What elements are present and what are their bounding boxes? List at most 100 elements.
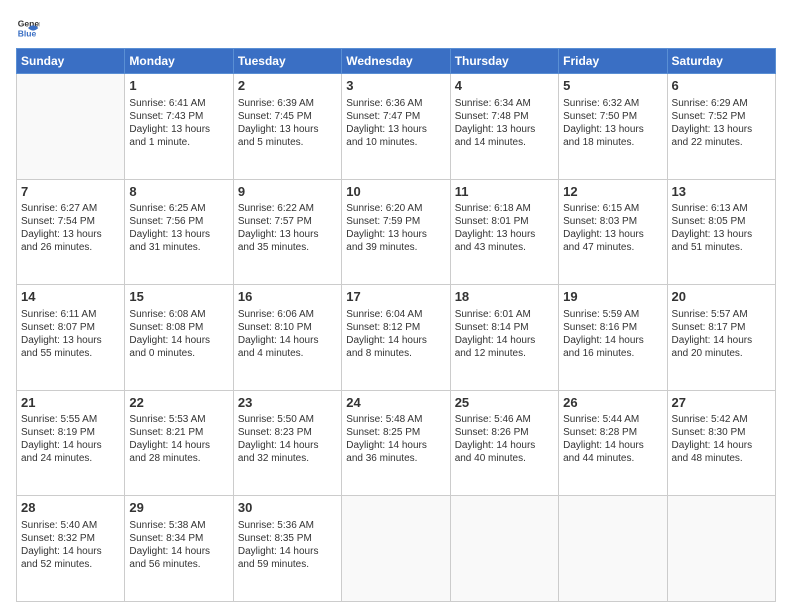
calendar-cell: 27Sunrise: 5:42 AM Sunset: 8:30 PM Dayli… [667, 390, 775, 496]
calendar-cell: 25Sunrise: 5:46 AM Sunset: 8:26 PM Dayli… [450, 390, 558, 496]
calendar-week-row: 7Sunrise: 6:27 AM Sunset: 7:54 PM Daylig… [17, 179, 776, 285]
calendar-cell: 8Sunrise: 6:25 AM Sunset: 7:56 PM Daylig… [125, 179, 233, 285]
day-number: 11 [455, 183, 554, 201]
calendar-cell [342, 496, 450, 602]
day-number: 4 [455, 77, 554, 95]
calendar-cell [450, 496, 558, 602]
day-number: 8 [129, 183, 228, 201]
calendar-cell: 24Sunrise: 5:48 AM Sunset: 8:25 PM Dayli… [342, 390, 450, 496]
day-of-week-header: Thursday [450, 49, 558, 74]
calendar-cell: 1 Sunrise: 6:41 AM Sunset: 7:43 PM Daylig… [125, 74, 233, 180]
calendar-cell: 10Sunrise: 6:20 AM Sunset: 7:59 PM Dayli… [342, 179, 450, 285]
day-of-week-header: Saturday [667, 49, 775, 74]
calendar-week-row: 1 Sunrise: 6:41 AM Sunset: 7:43 PM Daylig… [17, 74, 776, 180]
day-info: Sunrise: 6:34 AM Sunset: 7:48 PM Dayligh… [455, 97, 554, 149]
calendar-cell: 5 Sunrise: 6:32 AM Sunset: 7:50 PM Daylig… [559, 74, 667, 180]
day-info: Sunrise: 5:40 AM Sunset: 8:32 PM Dayligh… [21, 519, 120, 571]
calendar-header-row: SundayMondayTuesdayWednesdayThursdayFrid… [17, 49, 776, 74]
calendar-cell: 13Sunrise: 6:13 AM Sunset: 8:05 PM Dayli… [667, 179, 775, 285]
calendar-cell: 29 Sunrise: 5:38 AM Sunset: 8:34 PM Dayli… [125, 496, 233, 602]
calendar-cell: 7Sunrise: 6:27 AM Sunset: 7:54 PM Daylig… [17, 179, 125, 285]
day-of-week-header: Wednesday [342, 49, 450, 74]
day-number: 15 [129, 288, 228, 306]
day-info: Sunrise: 6:06 AM Sunset: 8:10 PM Dayligh… [238, 308, 337, 360]
calendar-cell: 28 Sunrise: 5:40 AM Sunset: 8:32 PM Dayli… [17, 496, 125, 602]
day-info: Sunrise: 5:44 AM Sunset: 8:28 PM Dayligh… [563, 413, 662, 465]
calendar-cell: 14 Sunrise: 6:11 AM Sunset: 8:07 PM Dayli… [17, 285, 125, 391]
page-header: General Blue [16, 16, 776, 40]
day-number: 22 [129, 394, 228, 412]
calendar-cell: 18 Sunrise: 6:01 AM Sunset: 8:14 PM Dayli… [450, 285, 558, 391]
day-info: Sunrise: 5:59 AM Sunset: 8:16 PM Dayligh… [563, 308, 662, 360]
day-number: 26 [563, 394, 662, 412]
calendar-cell: 30Sunrise: 5:36 AM Sunset: 8:35 PM Dayli… [233, 496, 341, 602]
day-info: Sunrise: 6:20 AM Sunset: 7:59 PM Dayligh… [346, 202, 445, 254]
calendar-cell: 23Sunrise: 5:50 AM Sunset: 8:23 PM Dayli… [233, 390, 341, 496]
day-number: 24 [346, 394, 445, 412]
calendar-body: 1 Sunrise: 6:41 AM Sunset: 7:43 PM Daylig… [17, 74, 776, 602]
day-number: 21 [21, 394, 120, 412]
day-number: 5 [563, 77, 662, 95]
day-number: 10 [346, 183, 445, 201]
calendar-cell: 9Sunrise: 6:22 AM Sunset: 7:57 PM Daylig… [233, 179, 341, 285]
day-number: 14 [21, 288, 120, 306]
calendar-cell: 22Sunrise: 5:53 AM Sunset: 8:21 PM Dayli… [125, 390, 233, 496]
day-number: 18 [455, 288, 554, 306]
day-info: Sunrise: 6:08 AM Sunset: 8:08 PM Dayligh… [129, 308, 228, 360]
day-number: 16 [238, 288, 337, 306]
day-number: 9 [238, 183, 337, 201]
day-of-week-header: Sunday [17, 49, 125, 74]
day-info: Sunrise: 6:41 AM Sunset: 7:43 PM Dayligh… [129, 97, 228, 149]
day-of-week-header: Friday [559, 49, 667, 74]
calendar-cell: 6 Sunrise: 6:29 AM Sunset: 7:52 PM Daylig… [667, 74, 775, 180]
calendar-cell: 12Sunrise: 6:15 AM Sunset: 8:03 PM Dayli… [559, 179, 667, 285]
day-info: Sunrise: 6:15 AM Sunset: 8:03 PM Dayligh… [563, 202, 662, 254]
day-info: Sunrise: 6:01 AM Sunset: 8:14 PM Dayligh… [455, 308, 554, 360]
day-info: Sunrise: 5:53 AM Sunset: 8:21 PM Dayligh… [129, 413, 228, 465]
day-number: 25 [455, 394, 554, 412]
calendar-cell: 11Sunrise: 6:18 AM Sunset: 8:01 PM Dayli… [450, 179, 558, 285]
day-info: Sunrise: 5:48 AM Sunset: 8:25 PM Dayligh… [346, 413, 445, 465]
day-info: Sunrise: 6:29 AM Sunset: 7:52 PM Dayligh… [672, 97, 771, 149]
calendar-cell: 16 Sunrise: 6:06 AM Sunset: 8:10 PM Dayli… [233, 285, 341, 391]
day-info: Sunrise: 5:38 AM Sunset: 8:34 PM Dayligh… [129, 519, 228, 571]
day-number: 28 [21, 499, 120, 517]
logo: General Blue [16, 16, 44, 40]
day-info: Sunrise: 6:18 AM Sunset: 8:01 PM Dayligh… [455, 202, 554, 254]
calendar-cell [17, 74, 125, 180]
day-info: Sunrise: 5:46 AM Sunset: 8:26 PM Dayligh… [455, 413, 554, 465]
calendar-cell: 2 Sunrise: 6:39 AM Sunset: 7:45 PM Daylig… [233, 74, 341, 180]
day-number: 30 [238, 499, 337, 517]
day-number: 20 [672, 288, 771, 306]
day-number: 12 [563, 183, 662, 201]
day-info: Sunrise: 5:50 AM Sunset: 8:23 PM Dayligh… [238, 413, 337, 465]
day-number: 27 [672, 394, 771, 412]
calendar-table: SundayMondayTuesdayWednesdayThursdayFrid… [16, 48, 776, 602]
day-number: 13 [672, 183, 771, 201]
day-info: Sunrise: 6:39 AM Sunset: 7:45 PM Dayligh… [238, 97, 337, 149]
day-info: Sunrise: 6:36 AM Sunset: 7:47 PM Dayligh… [346, 97, 445, 149]
day-info: Sunrise: 5:42 AM Sunset: 8:30 PM Dayligh… [672, 413, 771, 465]
day-number: 29 [129, 499, 228, 517]
day-info: Sunrise: 5:55 AM Sunset: 8:19 PM Dayligh… [21, 413, 120, 465]
day-number: 17 [346, 288, 445, 306]
day-info: Sunrise: 6:25 AM Sunset: 7:56 PM Dayligh… [129, 202, 228, 254]
day-number: 6 [672, 77, 771, 95]
day-number: 1 [129, 77, 228, 95]
calendar-cell [559, 496, 667, 602]
calendar-week-row: 21Sunrise: 5:55 AM Sunset: 8:19 PM Dayli… [17, 390, 776, 496]
day-info: Sunrise: 6:11 AM Sunset: 8:07 PM Dayligh… [21, 308, 120, 360]
calendar-week-row: 14 Sunrise: 6:11 AM Sunset: 8:07 PM Dayli… [17, 285, 776, 391]
day-of-week-header: Monday [125, 49, 233, 74]
day-info: Sunrise: 5:57 AM Sunset: 8:17 PM Dayligh… [672, 308, 771, 360]
logo-icon: General Blue [16, 16, 40, 40]
calendar-cell: 26Sunrise: 5:44 AM Sunset: 8:28 PM Dayli… [559, 390, 667, 496]
day-info: Sunrise: 6:32 AM Sunset: 7:50 PM Dayligh… [563, 97, 662, 149]
calendar-cell: 17Sunrise: 6:04 AM Sunset: 8:12 PM Dayli… [342, 285, 450, 391]
day-info: Sunrise: 6:22 AM Sunset: 7:57 PM Dayligh… [238, 202, 337, 254]
calendar-cell: 20 Sunrise: 5:57 AM Sunset: 8:17 PM Dayli… [667, 285, 775, 391]
day-number: 7 [21, 183, 120, 201]
day-of-week-header: Tuesday [233, 49, 341, 74]
calendar-cell: 15 Sunrise: 6:08 AM Sunset: 8:08 PM Dayli… [125, 285, 233, 391]
day-number: 2 [238, 77, 337, 95]
